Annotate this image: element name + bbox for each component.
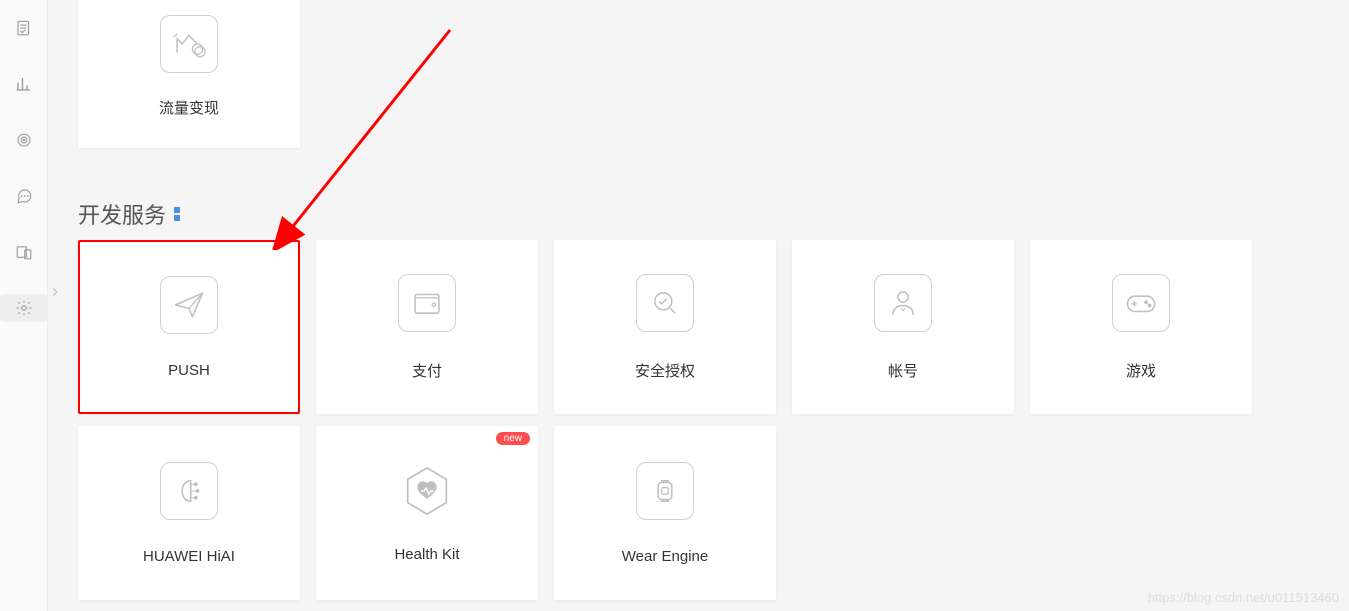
document-check-icon [15, 19, 33, 37]
card-label: HUAWEI HiAI [143, 548, 235, 565]
watch-icon [636, 462, 694, 520]
chart-money-icon [160, 15, 218, 73]
sidebar-item-chart[interactable] [0, 70, 48, 98]
gear-icon [15, 299, 33, 317]
section-title-text: 开发服务 [78, 198, 166, 230]
sidebar-item-device[interactable] [0, 238, 48, 266]
card-label: PUSH [168, 362, 210, 379]
main-content: 流量变现 开发服务 PUSH 支付 安全授权 [48, 0, 1349, 611]
paper-plane-icon [160, 276, 218, 334]
heart-rate-icon [400, 464, 454, 518]
card-account[interactable]: 帐号 [792, 240, 1014, 414]
device-icon [15, 243, 33, 261]
card-label: Wear Engine [622, 548, 708, 565]
card-label: 支付 [412, 360, 442, 381]
cards-row: HUAWEI HiAI new Health Kit Wear Engine [78, 426, 1349, 600]
card-label: Health Kit [394, 546, 459, 563]
target-icon [15, 131, 33, 149]
title-decoration-icon [174, 207, 180, 221]
sidebar-item-document[interactable] [0, 14, 48, 42]
sidebar-item-settings[interactable] [0, 294, 48, 322]
card-traffic-monetization[interactable]: 流量变现 [78, 0, 300, 148]
card-push[interactable]: PUSH [78, 240, 300, 414]
card-wear-engine[interactable]: Wear Engine [554, 426, 776, 600]
user-icon [874, 274, 932, 332]
shield-check-icon [636, 274, 694, 332]
chat-icon [15, 187, 33, 205]
sidebar [0, 0, 48, 611]
card-huawei-hiai[interactable]: HUAWEI HiAI [78, 426, 300, 600]
card-label: 帐号 [888, 360, 918, 381]
section-title: 开发服务 [78, 198, 1349, 230]
card-game[interactable]: 游戏 [1030, 240, 1252, 414]
card-label: 安全授权 [635, 360, 695, 381]
card-security-auth[interactable]: 安全授权 [554, 240, 776, 414]
brain-chip-icon [160, 462, 218, 520]
new-badge: new [496, 432, 530, 445]
card-health-kit[interactable]: new Health Kit [316, 426, 538, 600]
card-label: 游戏 [1126, 360, 1156, 381]
card-label: 流量变现 [159, 97, 219, 118]
sidebar-item-chat[interactable] [0, 182, 48, 210]
gamepad-icon [1112, 274, 1170, 332]
bar-chart-icon [15, 75, 33, 93]
card-payment[interactable]: 支付 [316, 240, 538, 414]
chevron-right-icon[interactable] [48, 285, 62, 299]
wallet-icon [398, 274, 456, 332]
sidebar-item-target[interactable] [0, 126, 48, 154]
cards-row: PUSH 支付 安全授权 帐号 游戏 [78, 240, 1349, 414]
watermark: https://blog.csdn.net/u011513460 [1148, 590, 1339, 605]
